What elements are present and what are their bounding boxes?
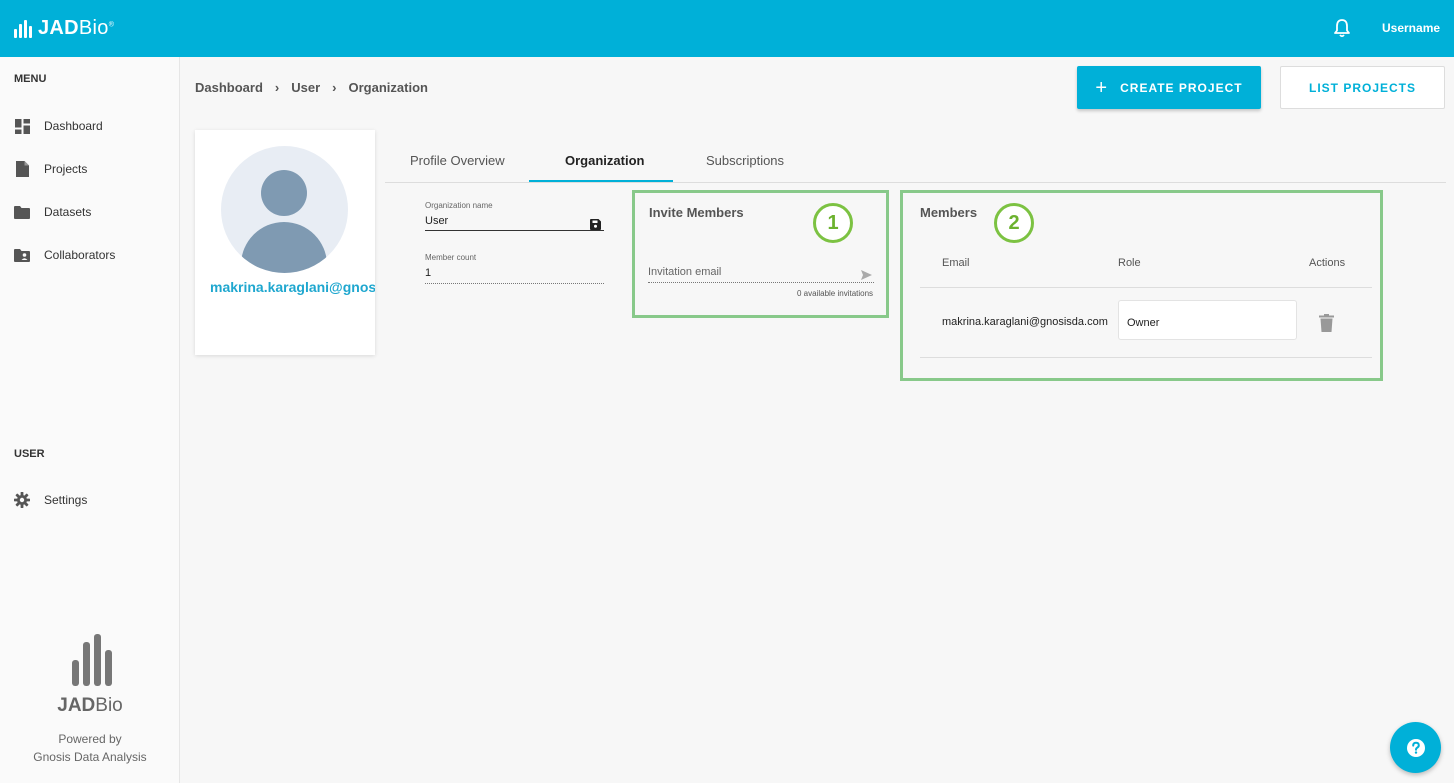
app-logo[interactable]: JADBio® (14, 17, 114, 40)
organization-name-underline (425, 230, 604, 231)
sidebar-item-label: Settings (44, 493, 88, 507)
bell-icon[interactable] (1333, 18, 1351, 38)
role-select[interactable]: Owner (1118, 300, 1297, 340)
gear-icon (14, 492, 30, 508)
create-project-label: CREATE PROJECT (1120, 80, 1243, 95)
list-projects-button[interactable]: LIST PROJECTS (1280, 66, 1445, 109)
profile-email: makrina.karaglani@gnosisda.com (210, 279, 375, 295)
sidebar-item-label: Collaborators (44, 248, 116, 262)
sidebar-item-dashboard[interactable]: Dashboard (14, 118, 103, 134)
footer-logo-text: JADBio (57, 695, 123, 716)
tab-organization[interactable]: Organization (565, 153, 644, 168)
avatar-head (261, 170, 307, 216)
callout-badge-2: 2 (994, 203, 1034, 243)
member-email-cell: makrina.karaglani@gnosisda.com (942, 316, 1108, 328)
breadcrumb-item-organization: Organization (348, 80, 428, 95)
sidebar-menu-heading: MENU (14, 73, 47, 85)
column-header-role: Role (1118, 257, 1141, 269)
tab-bar: Profile Overview Organization Subscripti… (385, 140, 1446, 183)
tab-subscriptions[interactable]: Subscriptions (706, 153, 784, 168)
sidebar-item-settings[interactable]: Settings (14, 492, 87, 508)
powered-by: Powered by Gnosis Data Analysis (33, 732, 147, 764)
column-header-actions: Actions (1309, 257, 1346, 269)
file-icon (14, 161, 30, 177)
sidebar-item-label: Datasets (44, 205, 92, 219)
column-header-email: Email (942, 257, 970, 269)
help-button[interactable] (1390, 722, 1441, 773)
member-count-value: 1 (425, 267, 432, 279)
delete-icon[interactable] (1319, 314, 1334, 337)
save-icon[interactable] (590, 217, 601, 235)
folder-icon (14, 204, 30, 220)
list-projects-label: LIST PROJECTS (1308, 80, 1416, 95)
footer-logo-mark-icon (72, 634, 112, 686)
sidebar-user-heading: USER (14, 448, 45, 460)
invitation-email-underline (648, 282, 874, 283)
avatar[interactable] (221, 146, 348, 273)
sidebar-item-collaborators[interactable]: Collaborators (14, 247, 115, 263)
breadcrumb: Dashboard › User › Organization (195, 80, 428, 95)
chevron-right-icon: › (274, 80, 280, 95)
tab-profile-overview[interactable]: Profile Overview (410, 153, 505, 168)
logo-mark-icon (14, 19, 32, 38)
help-icon (1406, 738, 1425, 757)
breadcrumb-item-user[interactable]: User (291, 80, 320, 95)
callout-badge-1: 1 (813, 203, 853, 243)
sidebar: MENU Dashboard Projects Datasets Collabo… (0, 57, 180, 783)
sidebar-item-label: Projects (44, 162, 88, 176)
available-invitations: 0 available invitations (797, 289, 874, 298)
avatar-body (241, 222, 327, 273)
member-count-label: Member count (425, 253, 477, 262)
shared-folder-icon (14, 247, 30, 263)
active-tab-indicator (529, 180, 673, 182)
organization-name-label: Organization name (425, 201, 493, 210)
table-divider (920, 357, 1372, 358)
sidebar-item-projects[interactable]: Projects (14, 161, 87, 177)
table-divider (920, 287, 1372, 288)
invitation-email-input[interactable]: Invitation email (648, 266, 721, 278)
sidebar-item-label: Dashboard (44, 119, 103, 133)
dashboard-icon (14, 118, 30, 134)
username-menu[interactable]: Username (1382, 21, 1440, 35)
top-bar: JADBio® Username (0, 0, 1454, 57)
organization-name-input[interactable]: User (425, 215, 448, 227)
plus-icon: + (1095, 76, 1109, 99)
member-count-underline (425, 283, 604, 284)
sidebar-item-datasets[interactable]: Datasets (14, 204, 91, 220)
create-project-button[interactable]: + CREATE PROJECT (1077, 66, 1261, 109)
members-title: Members (920, 205, 978, 220)
invite-members-title: Invite Members (649, 205, 744, 220)
chevron-right-icon: › (332, 80, 337, 95)
profile-card: makrina.karaglani@gnosisda.com (195, 130, 375, 355)
app-logo-text: JADBio® (38, 17, 115, 39)
breadcrumb-item-dashboard[interactable]: Dashboard (195, 80, 263, 95)
